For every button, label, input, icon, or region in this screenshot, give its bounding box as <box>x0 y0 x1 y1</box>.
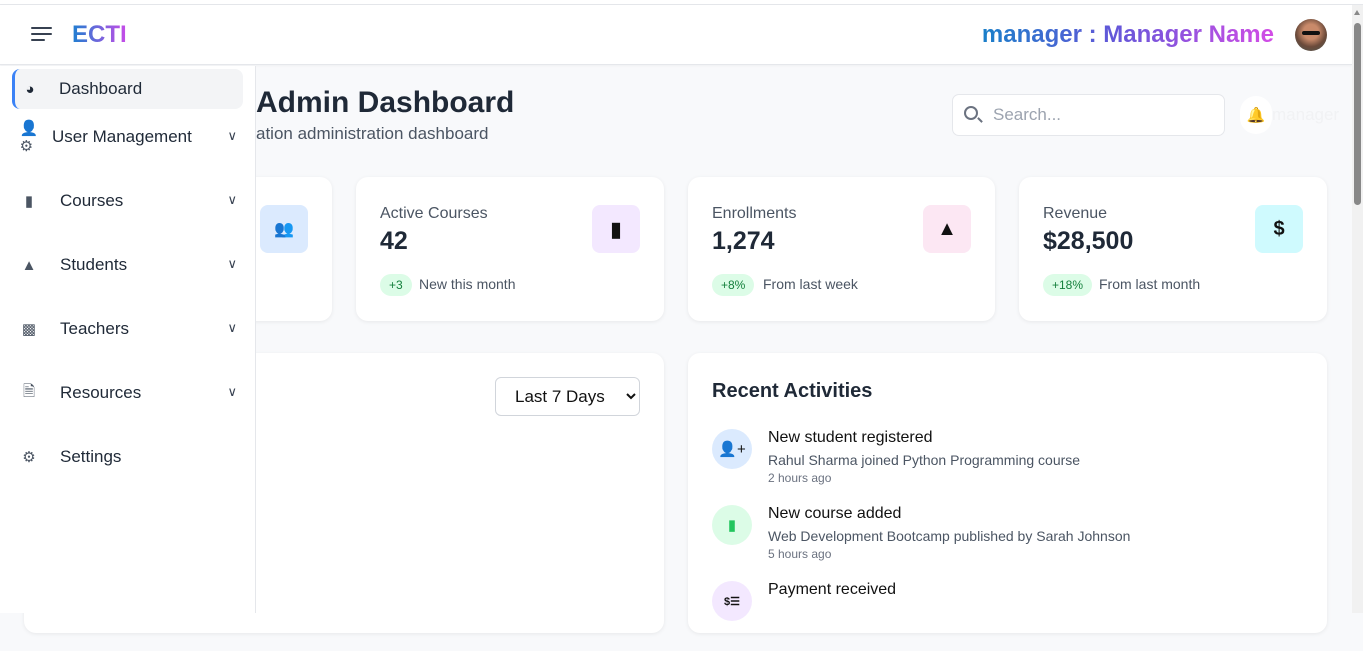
stat-badge: +8% <box>712 274 755 296</box>
money-check-icon: $☰ <box>712 581 752 621</box>
top-header: ECTI manager : Manager Name <box>0 5 1352 65</box>
recent-activities-panel: Recent Activities 👤+ New student registe… <box>688 353 1327 633</box>
search-icon <box>964 106 978 120</box>
activity-desc: Rahul Sharma joined Python Programming c… <box>768 452 1081 468</box>
book-icon: ▮ <box>712 505 752 545</box>
stat-note: From last month <box>1099 276 1201 292</box>
file-icon: 🗎 <box>22 382 36 400</box>
sidebar-item-label: User Management <box>52 127 192 146</box>
stat-value: 42 <box>380 227 408 255</box>
stat-note: New this month <box>419 276 516 292</box>
page-scrollbar[interactable] <box>1352 5 1363 613</box>
activity-desc: Web Development Bootcamp published by Sa… <box>768 528 1131 544</box>
stat-value: 1,274 <box>712 227 775 255</box>
stat-label: Enrollments <box>712 205 797 222</box>
sidebar-item-user-management[interactable]: 👤⚙ User Management ∨ <box>12 117 243 157</box>
stat-badge: +18% <box>1043 274 1093 296</box>
activity-item: 👤+ New student registered Rahul Sharma j… <box>712 429 1292 499</box>
sidebar: ◕ Dashboard 👤⚙ User Management ∨ ▮ Courses ∨ … <box>0 66 256 613</box>
sidebar-item-label: Settings <box>60 447 122 466</box>
sidebar-item-label: Resources <box>60 383 142 402</box>
stat-card-revenue: Revenue $28,500 $ +18% From last month <box>1019 177 1327 321</box>
search-box[interactable] <box>952 94 1225 136</box>
avatar[interactable] <box>1295 19 1327 51</box>
graduate-icon: ▲ <box>21 256 37 274</box>
dollar-icon: $ <box>1255 205 1303 253</box>
activity-time: 2 hours ago <box>768 471 832 485</box>
range-select[interactable]: Last 7 Days <box>495 377 640 416</box>
stat-note: From last week <box>763 276 858 292</box>
ghost-username: manager <box>1272 105 1340 124</box>
sidebar-item-dashboard[interactable]: ◕ Dashboard <box>12 69 243 109</box>
sidebar-item-courses[interactable]: ▮ Courses ∨ <box>12 181 243 221</box>
chevron-down-icon: ∨ <box>227 384 237 399</box>
sidebar-item-label: Dashboard <box>59 79 143 98</box>
sidebar-item-label: Students <box>60 255 128 274</box>
stat-label: Revenue <box>1043 205 1108 222</box>
stat-card-courses: Active Courses 42 ▮ +3 New this month <box>356 177 664 321</box>
book-icon: ▮ <box>592 205 640 253</box>
book-icon: ▮ <box>24 193 34 210</box>
gear-icon: ⚙ <box>22 449 36 466</box>
activity-time: 5 hours ago <box>768 547 832 561</box>
activity-item: ▮ New course added Web Development Bootc… <box>712 505 1292 575</box>
stat-badge: +3 <box>380 274 412 296</box>
activity-title: New course added <box>768 505 902 522</box>
notification-bell-icon[interactable]: 🔔 <box>1240 96 1272 134</box>
panel-title: Recent Activities <box>712 380 873 402</box>
search-input[interactable] <box>993 105 1213 125</box>
stat-label: Active Courses <box>380 205 488 222</box>
sidebar-item-teachers[interactable]: ▩ Teachers ∨ <box>12 309 243 349</box>
activity-item: $☰ Payment received <box>712 581 1292 651</box>
scroll-up-icon[interactable] <box>1354 10 1360 15</box>
stat-value: $28,500 <box>1043 227 1134 255</box>
sidebar-item-label: Teachers <box>60 319 129 338</box>
user-plus-icon: 👤+ <box>712 429 752 469</box>
chevron-down-icon: ∨ <box>227 128 237 143</box>
users-icon: 👥 <box>260 205 308 253</box>
activity-title: New student registered <box>768 429 933 446</box>
sidebar-item-settings[interactable]: ⚙ Settings <box>12 437 243 477</box>
stat-card-enrollments: Enrollments 1,274 ▲ +8% From last week <box>688 177 995 321</box>
activity-title: Payment received <box>768 581 897 598</box>
gauge-icon: ◕ <box>25 80 35 98</box>
sidebar-item-resources[interactable]: 🗎 Resources ∨ <box>12 373 243 413</box>
chevron-down-icon: ∨ <box>227 320 237 335</box>
sidebar-item-students[interactable]: ▲ Students ∨ <box>12 245 243 285</box>
user-label: manager : Manager Name <box>981 21 1274 48</box>
user-gear-icon: 👤⚙ <box>19 120 39 155</box>
scrollbar-thumb[interactable] <box>1354 23 1361 205</box>
chevron-down-icon: ∨ <box>227 192 237 207</box>
page-title: Admin Dashboard <box>256 86 515 119</box>
graduate-icon: ▲ <box>923 205 971 253</box>
chalkboard-teacher-icon: ▩ <box>21 321 37 338</box>
logo[interactable]: ECTI <box>72 21 127 49</box>
sidebar-item-label: Courses <box>60 191 124 210</box>
page-subtitle: ation administration dashboard <box>256 124 489 143</box>
chevron-down-icon: ∨ <box>227 256 237 271</box>
menu-toggle-icon[interactable] <box>31 27 52 43</box>
